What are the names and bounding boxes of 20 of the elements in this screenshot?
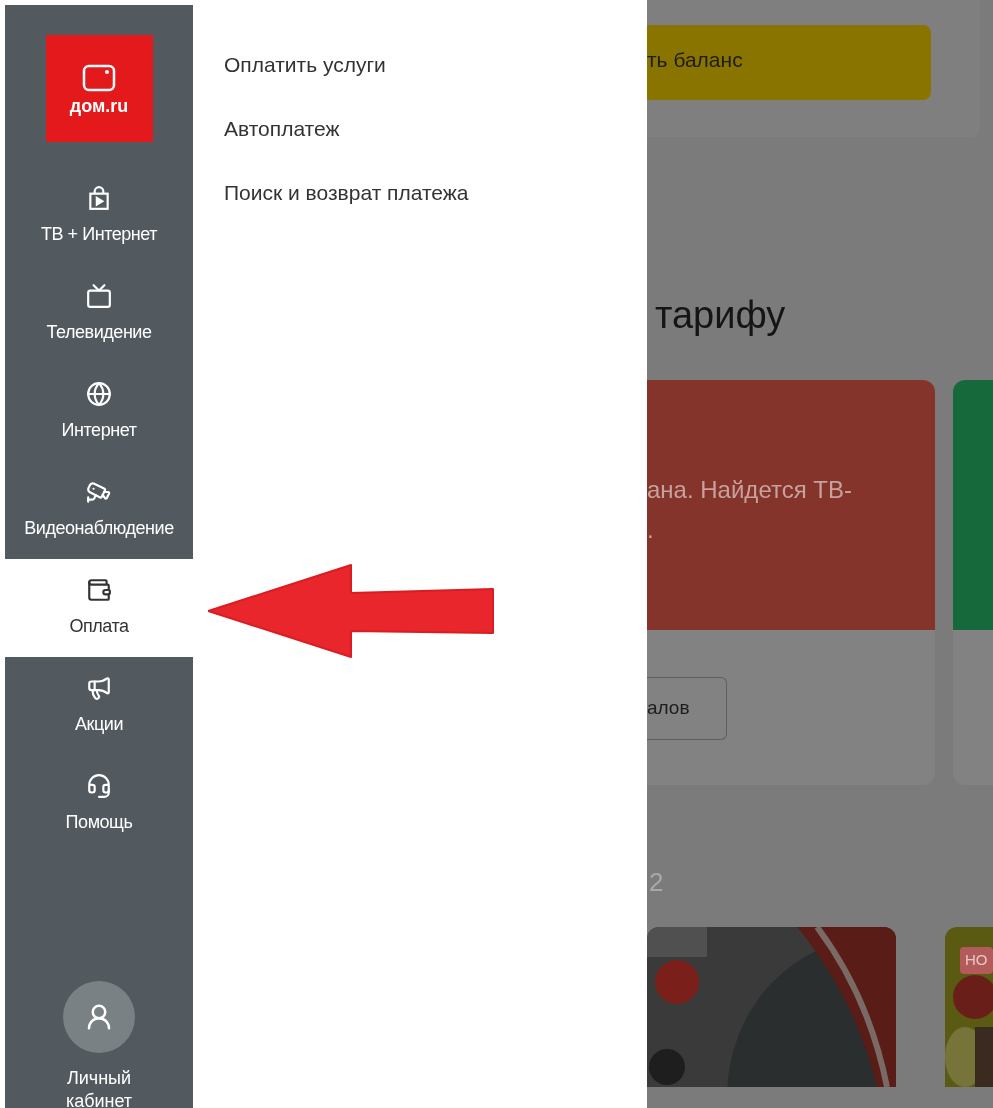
shopping-bag-icon — [86, 184, 112, 211]
wallet-icon — [86, 576, 112, 603]
channels-button[interactable]: алов — [647, 677, 727, 740]
logo[interactable]: дом.ru — [45, 35, 153, 142]
submenu-link[interactable]: Автоплатеж — [224, 116, 340, 142]
screen-icon — [81, 62, 117, 93]
headset-icon — [86, 772, 112, 799]
nav-item[interactable]: Оплата — [5, 559, 193, 657]
section-heading: тарифу — [655, 293, 786, 338]
submenu-link[interactable]: Оплатить услуги — [224, 52, 386, 78]
promo-text: . — [647, 515, 654, 545]
new-badge: НО — [960, 947, 993, 974]
monitor-icon — [86, 282, 112, 309]
globe-icon — [86, 380, 112, 407]
promo-text: ана. Найдется ТВ- — [647, 475, 852, 505]
account-link[interactable]: Личный кабинет — [5, 981, 193, 1108]
submenu-link[interactable]: Поиск и возврат платежа — [224, 180, 469, 206]
logo-text: дом.ru — [69, 96, 129, 115]
top-up-button[interactable]: ть баланс — [647, 25, 931, 100]
megaphone-icon — [86, 674, 112, 701]
